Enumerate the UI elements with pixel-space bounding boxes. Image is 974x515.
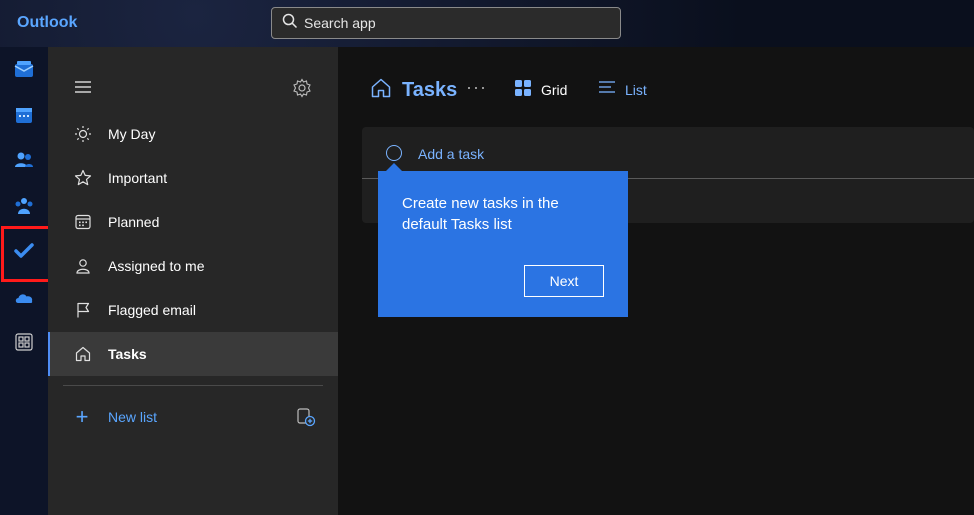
calendar-grid-icon (73, 212, 93, 232)
todo-highlight-box (1, 226, 53, 282)
sun-icon (73, 124, 93, 144)
mail-icon[interactable] (10, 55, 38, 83)
new-list-button[interactable]: + New list (48, 397, 338, 437)
add-task-placeholder[interactable]: Add a task (418, 146, 484, 162)
sidebar-item-label: Important (108, 170, 168, 186)
tab-label: List (625, 82, 647, 98)
apps-icon[interactable] (10, 328, 38, 356)
sidebar-divider (63, 385, 323, 386)
sidebar-item-label: Tasks (108, 346, 147, 362)
hamburger-icon[interactable] (74, 80, 92, 94)
next-button[interactable]: Next (524, 265, 604, 297)
onedrive-icon[interactable] (10, 284, 38, 312)
new-list-label: New list (108, 409, 158, 425)
grid-icon (514, 79, 532, 102)
top-bar: Outlook Search app (0, 0, 974, 47)
more-options-button[interactable]: ··· (466, 77, 487, 98)
sidebar-item-label: Planned (108, 214, 160, 230)
search-placeholder[interactable]: Search app (304, 15, 376, 31)
tab-grid[interactable]: Grid (514, 75, 567, 105)
list-icon (598, 79, 616, 102)
tab-label: Grid (541, 82, 568, 98)
search-icon (282, 13, 298, 34)
teaching-callout: Create new tasks in the default Tasks li… (378, 163, 628, 317)
app-brand[interactable]: Outlook (17, 14, 77, 32)
calendar-icon[interactable] (10, 101, 38, 129)
home-icon (370, 77, 392, 99)
plus-icon: + (75, 404, 89, 429)
search-box[interactable]: Search app (271, 7, 621, 39)
people-icon[interactable] (10, 146, 38, 174)
circle-icon (386, 145, 402, 161)
tab-list[interactable]: List (598, 75, 647, 105)
callout-text: Create new tasks in the default Tasks li… (402, 195, 559, 233)
sidebar-item-assigned-to-me[interactable]: Assigned to me (48, 244, 338, 288)
main-header: Tasks ··· Grid List (370, 75, 970, 105)
sidebar-item-label: Assigned to me (108, 258, 205, 274)
star-icon (73, 168, 93, 188)
sidebar-item-label: Flagged email (108, 302, 196, 318)
person-icon (73, 256, 93, 276)
sidebar-item-planned[interactable]: Planned (48, 200, 338, 244)
sidebar-item-tasks[interactable]: Tasks (48, 332, 338, 376)
sidebar-item-label: My Day (108, 126, 156, 142)
groups-icon[interactable] (10, 192, 38, 220)
home-icon (73, 344, 93, 364)
sidebar-item-important[interactable]: Important (48, 156, 338, 200)
flag-icon (73, 300, 93, 320)
callout-arrow (386, 163, 402, 171)
gear-icon[interactable] (292, 78, 312, 98)
sidebar-item-my-day[interactable]: My Day (48, 112, 338, 156)
page-title: Tasks (402, 79, 458, 101)
sidebar: My Day Important Planned Assigned to me … (48, 47, 338, 515)
sidebar-item-flagged-email[interactable]: Flagged email (48, 288, 338, 332)
new-group-icon[interactable] (296, 407, 316, 427)
